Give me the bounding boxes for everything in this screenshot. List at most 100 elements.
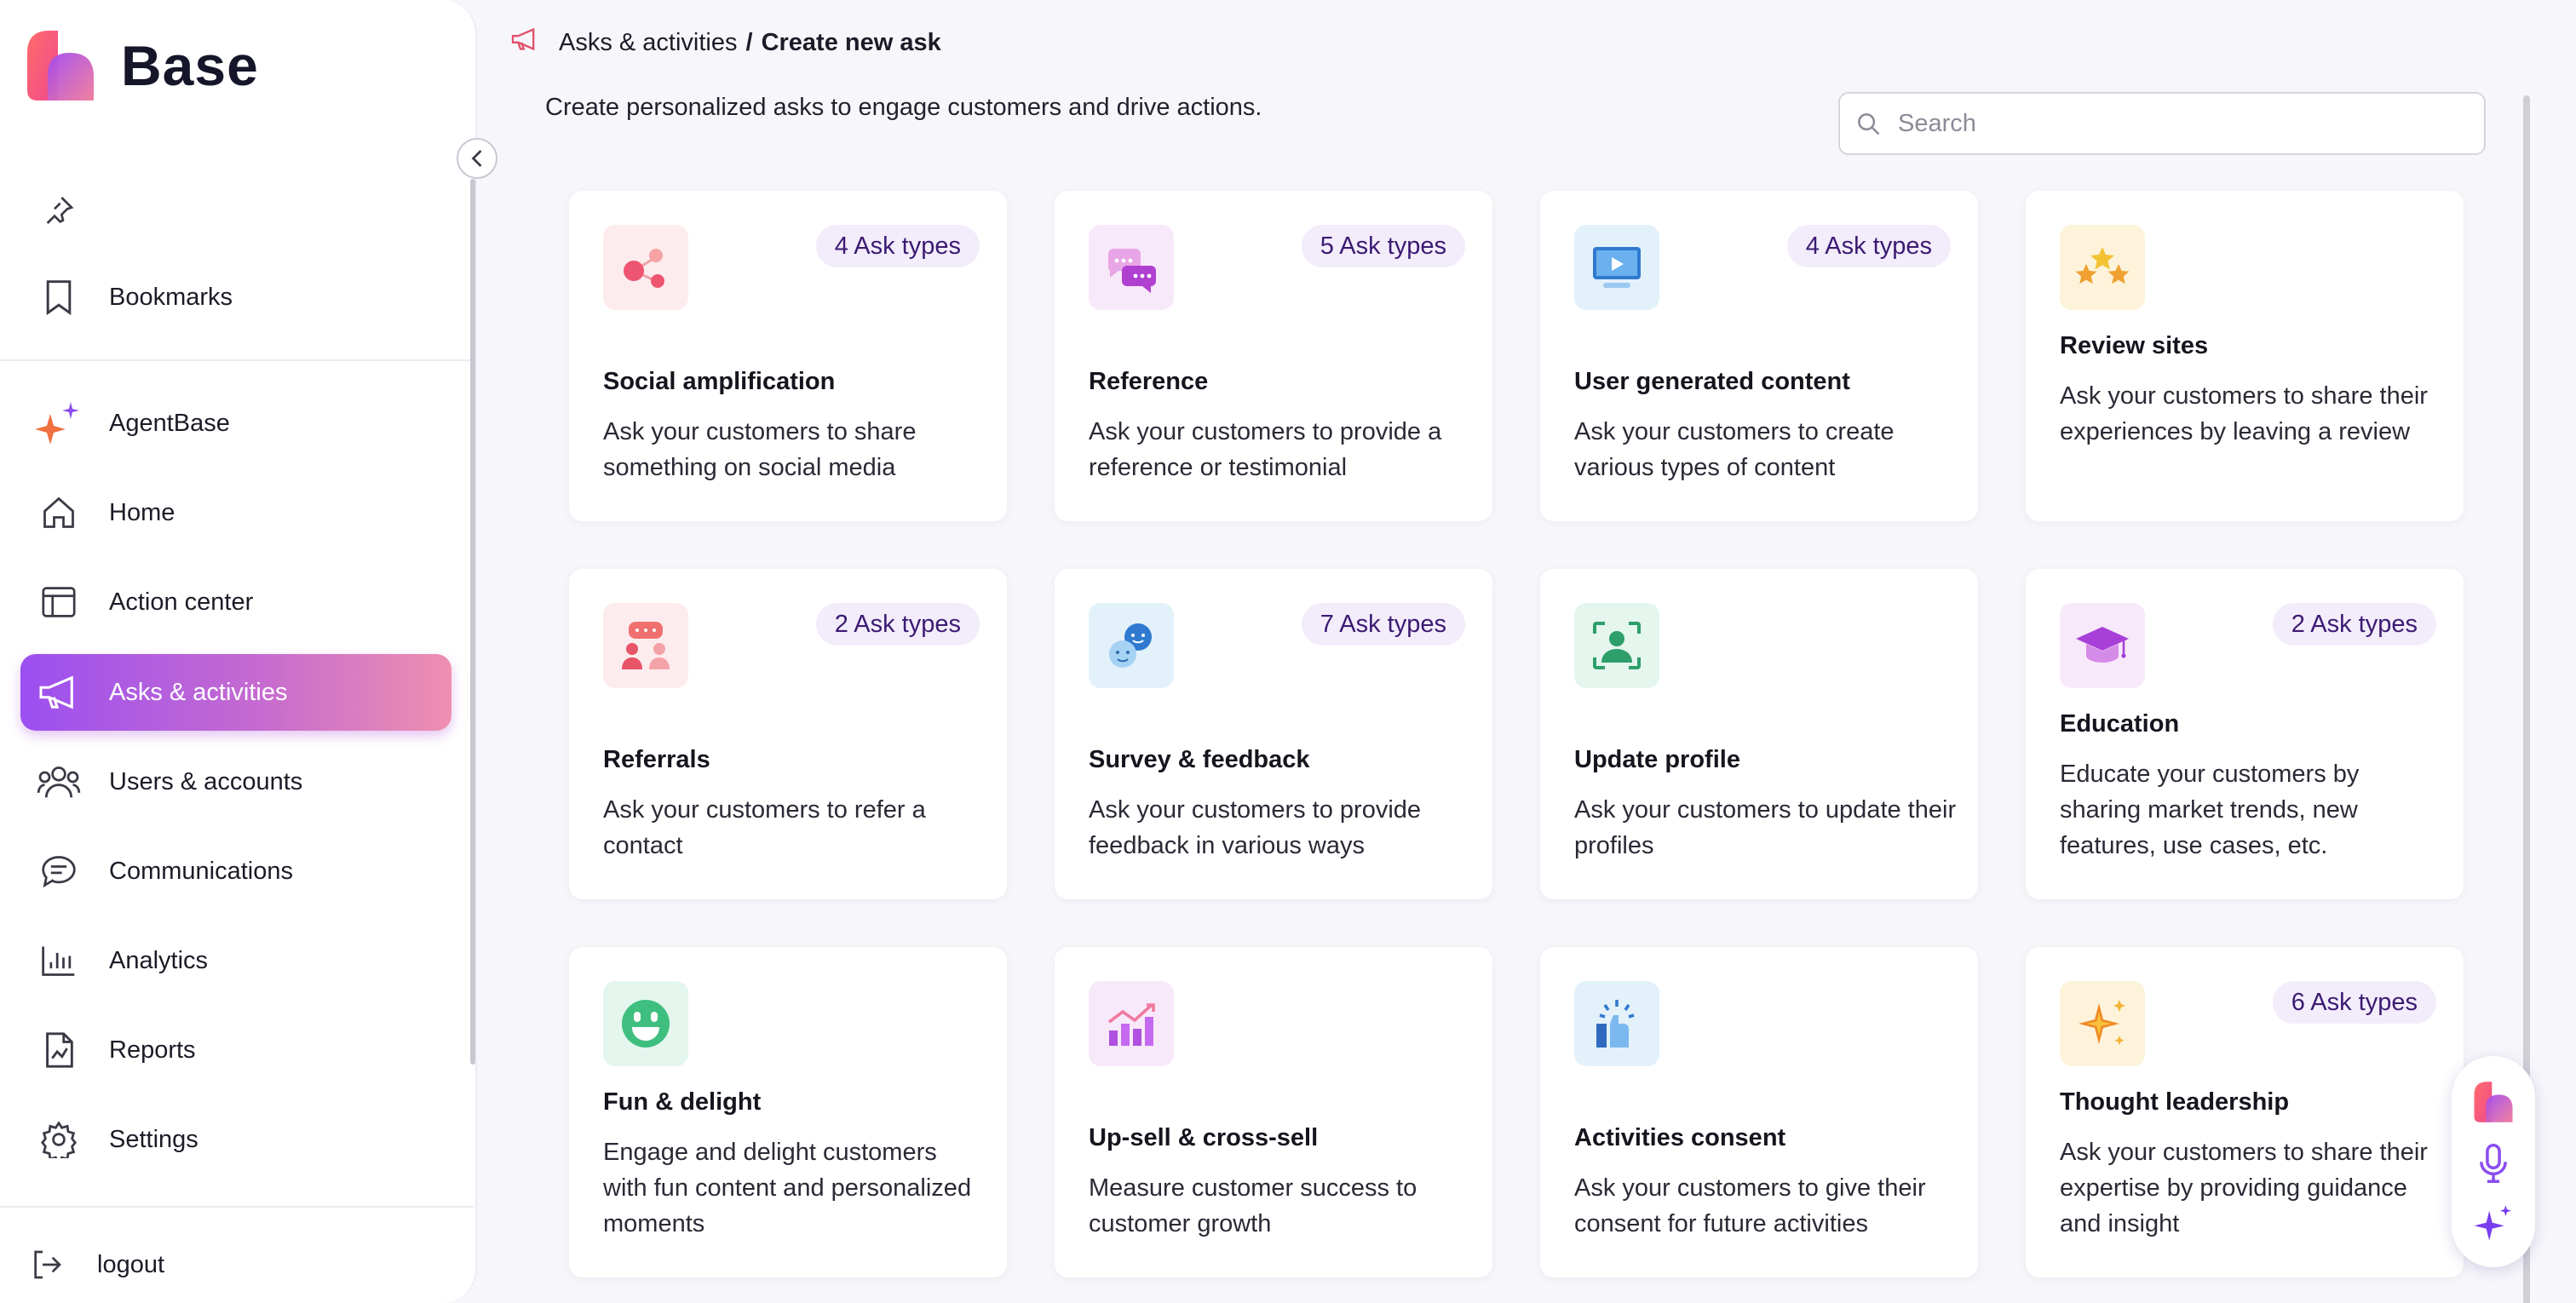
sidebar-item-label: Reports	[109, 1036, 196, 1064]
sidebar-item-users-accounts[interactable]: Users & accounts	[20, 743, 451, 820]
chat-icon	[20, 853, 97, 889]
breadcrumb-current: Create new ask	[761, 28, 941, 56]
sidebar-item-label: Users & accounts	[109, 767, 303, 795]
ask-card-user-generated-content[interactable]: 4 Ask types User generated content Ask y…	[1540, 191, 1978, 521]
megaphone-icon	[20, 674, 97, 710]
card-description: Ask your customers to give their consent…	[1574, 1174, 1926, 1237]
ask-card-thought-leadership[interactable]: 6 Ask types Thought leadership Ask your …	[2026, 947, 2464, 1277]
pin-icon	[20, 193, 97, 227]
ask-types-badge: 4 Ask types	[815, 225, 980, 267]
ask-card-education[interactable]: 2 Ask types Education Educate your custo…	[2026, 569, 2464, 899]
sidebar-item-bookmarks[interactable]: Bookmarks	[20, 259, 451, 336]
base-logo-icon[interactable]	[2471, 1080, 2516, 1124]
sidebar-item-analytics[interactable]: Analytics	[20, 922, 451, 999]
share-icon	[603, 225, 688, 310]
ask-card-referrals[interactable]: 2 Ask types Referrals Ask your customers…	[569, 569, 1007, 899]
sidebar-item-agentbase[interactable]: AgentBase	[20, 385, 451, 462]
sidebar-scrollbar[interactable]	[470, 179, 475, 1065]
ask-card-social-amplification[interactable]: 4 Ask types Social amplification Ask you…	[569, 191, 1007, 521]
sparkle-icon	[20, 400, 97, 446]
sidebar-item-label: Analytics	[109, 946, 209, 974]
sidebar-item-communications[interactable]: Communications	[20, 833, 451, 910]
ask-card-up-sell-cross-sell[interactable]: Up-sell & cross-sell Measure customer su…	[1055, 947, 1492, 1277]
sidebar-divider	[0, 359, 474, 361]
card-title: Education	[2060, 710, 2180, 738]
card-title: Fun & delight	[603, 1088, 762, 1116]
microphone-icon[interactable]	[2478, 1143, 2509, 1183]
sidebar-item-label: Asks & activities	[109, 678, 288, 706]
card-description: Ask your customers to provide a referenc…	[1089, 418, 1442, 481]
video-icon	[1574, 225, 1659, 310]
ask-card-activities-consent[interactable]: Activities consent Ask your customers to…	[1540, 947, 1978, 1277]
sidebar-item-label: Home	[109, 498, 175, 526]
ask-card-reference[interactable]: 5 Ask types Reference Ask your customers…	[1055, 191, 1492, 521]
sidebar-item-home[interactable]: Home	[20, 474, 451, 551]
breadcrumb-link-asks[interactable]: Asks & activities	[559, 29, 738, 57]
ask-card-survey-feedback[interactable]: 7 Ask types Survey & feedback Ask your c…	[1055, 569, 1492, 899]
logout-label: logout	[97, 1250, 165, 1278]
card-description: Ask your customers to create various typ…	[1574, 418, 1895, 481]
profile-scan-icon	[1574, 603, 1659, 688]
chat-bubbles-icon	[1089, 225, 1174, 310]
sidebar-item-label: AgentBase	[109, 409, 230, 437]
smiley-icon	[603, 981, 688, 1066]
growth-chart-icon	[1089, 981, 1174, 1066]
sidebar-item-action-center[interactable]: Action center	[20, 564, 451, 640]
card-title: Survey & feedback	[1089, 746, 1310, 773]
feedback-icon	[1089, 603, 1174, 688]
ask-types-badge: 6 Ask types	[2272, 981, 2436, 1024]
card-description: Ask your customers to share their expert…	[2060, 1139, 2428, 1237]
search-box[interactable]	[1838, 92, 2486, 155]
bar-chart-icon	[20, 943, 97, 979]
report-icon	[20, 1030, 97, 1070]
users-icon	[20, 763, 97, 801]
ask-types-badge: 4 Ask types	[1786, 225, 1951, 267]
spark-icon	[2060, 981, 2145, 1066]
base-logo-icon	[27, 31, 94, 100]
card-description: Measure customer success to customer gro…	[1089, 1174, 1417, 1237]
sidebar-item-label: Bookmarks	[109, 283, 233, 311]
card-title: Social amplification	[603, 368, 836, 395]
search-input[interactable]	[1898, 109, 2443, 138]
card-description: Ask your customers to update their profi…	[1574, 796, 1957, 859]
layout-icon	[20, 585, 97, 619]
ai-sparkle-icon[interactable]	[2473, 1203, 2514, 1243]
sidebar-item-settings[interactable]: Settings	[20, 1101, 451, 1178]
sidebar-item-pin[interactable]	[20, 172, 451, 249]
sidebar-item-reports[interactable]: Reports	[20, 1012, 451, 1088]
sidebar-item-label: Settings	[109, 1125, 198, 1153]
megaphone-icon	[509, 27, 540, 58]
gear-icon	[20, 1121, 97, 1158]
card-description: Educate your customers by sharing market…	[2060, 761, 2360, 859]
sidebar-item-label: Communications	[109, 857, 293, 885]
ask-types-badge: 2 Ask types	[2272, 603, 2436, 646]
ask-card-update-profile[interactable]: Update profile Ask your customers to upd…	[1540, 569, 1978, 899]
brand[interactable]: Base	[24, 27, 259, 104]
brand-name: Base	[121, 34, 259, 97]
collapse-sidebar-button[interactable]	[457, 138, 497, 179]
ask-card-fun-delight[interactable]: Fun & delight Engage and delight custome…	[569, 947, 1007, 1277]
card-description: Ask your customers to share their experi…	[2060, 382, 2428, 445]
breadcrumb: Asks & activities / Create new ask	[509, 27, 941, 58]
sidebar-item-label: Action center	[109, 588, 254, 616]
assistant-floating-bar	[2452, 1056, 2535, 1267]
home-icon	[20, 494, 97, 531]
ask-card-review-sites[interactable]: Review sites Ask your customers to share…	[2026, 191, 2464, 521]
sidebar-divider	[0, 1206, 474, 1208]
ask-types-badge: 7 Ask types	[1301, 603, 1465, 646]
bookmark-icon	[20, 278, 97, 316]
sidebar: Base Bookmarks AgentBase Home Action cen…	[0, 0, 477, 1303]
card-title: User generated content	[1574, 368, 1850, 395]
graduation-cap-icon	[2060, 603, 2145, 688]
sidebar-item-asks-activities[interactable]: Asks & activities	[20, 654, 451, 731]
ask-types-badge: 5 Ask types	[1301, 225, 1465, 267]
logout-button[interactable]: logout	[9, 1226, 440, 1303]
search-icon	[1858, 113, 1880, 135]
ask-types-badge: 2 Ask types	[815, 603, 980, 646]
logout-icon	[9, 1248, 85, 1282]
card-description: Ask your customers to provide feedback i…	[1089, 796, 1422, 859]
referral-icon	[603, 603, 688, 688]
card-title: Update profile	[1574, 746, 1740, 773]
card-title: Activities consent	[1574, 1124, 1786, 1151]
card-title: Reference	[1089, 368, 1209, 395]
